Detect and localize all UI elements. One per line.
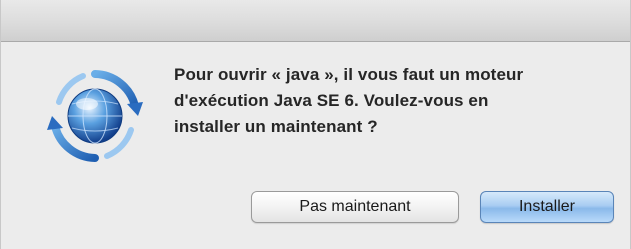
message-line: installer un maintenant ?: [174, 117, 378, 136]
install-button[interactable]: Installer: [480, 191, 614, 223]
message-line: Pour ouvrir « java », il vous faut un mo…: [174, 65, 524, 84]
not-now-button[interactable]: Pas maintenant: [251, 191, 459, 223]
dialog-message: Pour ouvrir « java », il vous faut un mo…: [174, 62, 614, 140]
message-line: d'exécution Java SE 6. Voulez-vous en: [174, 91, 489, 110]
install-java-dialog: Pour ouvrir « java », il vous faut un mo…: [0, 0, 631, 249]
software-update-icon: [47, 70, 143, 162]
dialog-titlebar[interactable]: [1, 0, 630, 42]
